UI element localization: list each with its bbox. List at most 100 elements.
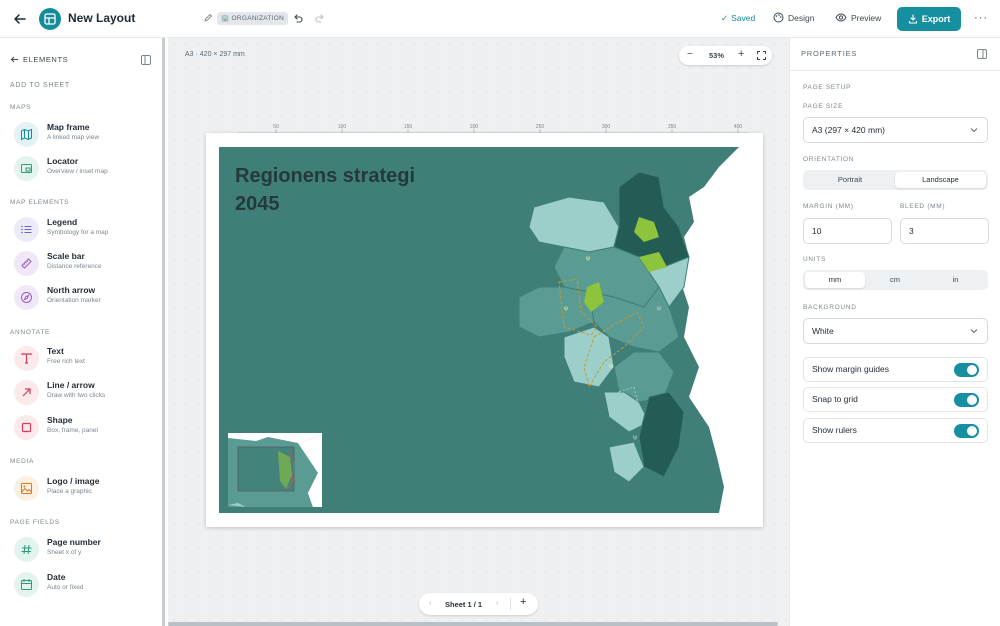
item-title: Page number [47, 537, 101, 547]
bleed-input[interactable]: 3 [900, 218, 989, 244]
more-options-icon[interactable]: ··· [974, 12, 988, 24]
background-label: BACKGROUND [803, 304, 857, 311]
ruler-tick: 300 [602, 124, 611, 130]
element-north-arrow[interactable]: North arrow Orientation marker [14, 283, 154, 313]
zoom-out-button[interactable]: − [687, 49, 693, 60]
horizontal-ruler: 50 100 150 200 250 300 350 400 [238, 124, 748, 133]
element-scale-bar[interactable]: Scale bar Distance reference [14, 249, 154, 279]
item-subtitle: Draw with two clicks [47, 392, 106, 399]
element-page-number[interactable]: Page number Sheet x of y [14, 535, 154, 565]
toggle-label: Snap to grid [812, 394, 858, 404]
show-rulers-row: Show rulers [803, 418, 988, 443]
item-subtitle: Sheet x of y [47, 549, 82, 556]
pencil-icon[interactable] [203, 13, 213, 23]
page-size-value: A3 (297 × 420 mm) [812, 125, 885, 135]
units-mm[interactable]: mm [805, 272, 865, 288]
collapse-panel-icon[interactable] [141, 55, 151, 65]
background-select[interactable]: White [803, 318, 988, 344]
element-map-frame[interactable]: Map frame A linked map view [14, 120, 154, 150]
elements-header[interactable]: ELEMENTS [10, 55, 68, 64]
section-annotate: ANNOTATE [10, 329, 51, 336]
page-sheet[interactable]: Ψ Ψ Ψ Ψ Ψ Regionens strategi 2045 [206, 133, 763, 527]
orientation-landscape[interactable]: Landscape [895, 172, 986, 188]
units-cm[interactable]: cm [865, 272, 925, 288]
add-to-sheet-label: ADD TO SHEET [10, 82, 70, 89]
background-value: White [812, 326, 834, 336]
element-line-arrow[interactable]: Line / arrow Draw with two clicks [14, 378, 154, 408]
layout-canvas[interactable]: A3 · 420 × 297 mm − 53% + 50 100 150 200… [168, 38, 789, 626]
collapse-panel-icon[interactable] [977, 49, 987, 59]
item-title: Shape [47, 415, 73, 425]
undo-icon[interactable] [292, 13, 303, 24]
element-text[interactable]: Text Free rich text [14, 344, 154, 374]
locator-inset-map[interactable] [228, 433, 322, 507]
export-button[interactable]: Export [897, 7, 961, 31]
page-size-select[interactable]: A3 (297 × 420 mm) [803, 117, 988, 143]
zoom-level: 53% [709, 51, 725, 60]
elements-sidebar: ELEMENTS ADD TO SHEET MAPS MAP ELEMENTS … [0, 38, 165, 626]
design-label: Design [788, 12, 815, 23]
zoom-in-button[interactable]: + [738, 48, 744, 60]
units-in[interactable]: in [925, 272, 986, 288]
ruler-tick: 400 [734, 124, 743, 130]
arrow-icon [14, 380, 39, 405]
ruler-icon [14, 251, 39, 276]
page-size-label: A3 · 420 × 297 mm [185, 51, 245, 58]
horizontal-scrollbar[interactable] [168, 622, 778, 626]
previous-sheet-button[interactable]: ‹ [429, 598, 432, 607]
preview-button[interactable]: Preview [835, 12, 881, 23]
margin-input[interactable]: 10 [803, 218, 892, 244]
ruler-tick: 50 [273, 124, 279, 130]
item-title: Logo / image [47, 476, 100, 486]
element-shape[interactable]: Shape Box, frame, panel [14, 413, 154, 443]
snap-to-grid-row: Snap to grid [803, 387, 988, 412]
section-map-elements: MAP ELEMENTS [10, 199, 70, 206]
redo-icon[interactable] [315, 13, 326, 24]
margin-guides-switch[interactable] [954, 363, 979, 377]
item-subtitle: Free rich text [47, 358, 85, 365]
section-page-fields: PAGE FIELDS [10, 519, 60, 526]
element-locator[interactable]: Locator Overview / inset map [14, 154, 154, 184]
map-icon [14, 122, 39, 147]
item-title: Legend [47, 217, 78, 227]
orientation-label: ORIENTATION [803, 156, 855, 163]
download-icon [908, 14, 917, 24]
fit-screen-icon[interactable] [757, 51, 766, 60]
preview-label: Preview [851, 12, 882, 23]
show-rulers-switch[interactable] [954, 424, 979, 438]
map-frame[interactable]: Ψ Ψ Ψ Ψ Ψ Regionens strategi 2045 [219, 147, 750, 513]
item-title: North arrow [47, 285, 96, 295]
add-sheet-button[interactable]: + [520, 596, 526, 608]
snap-to-grid-switch[interactable] [954, 393, 979, 407]
ruler-tick: 100 [338, 124, 347, 130]
margin-guides-row: Show margin guides [803, 357, 988, 382]
item-subtitle: A linked map view [47, 134, 100, 141]
properties-title: PROPERTIES [801, 49, 858, 58]
element-legend[interactable]: Legend Symbology for a map [14, 215, 154, 245]
item-subtitle: Place a graphic [47, 488, 92, 495]
chevron-down-icon [970, 329, 978, 334]
next-sheet-button[interactable]: › [496, 598, 499, 607]
section-media: MEDIA [10, 458, 35, 465]
orientation-portrait[interactable]: Portrait [805, 172, 895, 188]
margin-label: MARGIN (MM) [803, 203, 854, 210]
units-toggle: mm cm in [803, 270, 988, 290]
sheet-navigator: ‹ Sheet 1 / 1 › + [419, 593, 538, 615]
back-arrow-icon[interactable] [12, 11, 28, 27]
item-subtitle: Orientation marker [47, 297, 101, 304]
ruler-tick: 150 [404, 124, 413, 130]
toggle-label: Show margin guides [812, 364, 890, 374]
page-size-label: PAGE SIZE [803, 103, 844, 110]
svg-text:Ψ: Ψ [585, 257, 590, 263]
element-date[interactable]: Date Auto or fixed [14, 570, 154, 600]
design-button[interactable]: Design [773, 12, 814, 23]
element-logo-image[interactable]: Logo / image Place a graphic [14, 474, 154, 504]
layout-title[interactable]: New Layout [68, 11, 135, 25]
svg-text:Ψ: Ψ [608, 365, 613, 371]
locator-icon [14, 156, 39, 181]
item-title: Line / arrow [47, 380, 95, 390]
map-title[interactable]: Regionens strategi 2045 [235, 162, 455, 218]
section-maps: MAPS [10, 104, 32, 111]
sheet-counter: Sheet 1 / 1 [445, 600, 483, 609]
divider [790, 70, 1000, 71]
